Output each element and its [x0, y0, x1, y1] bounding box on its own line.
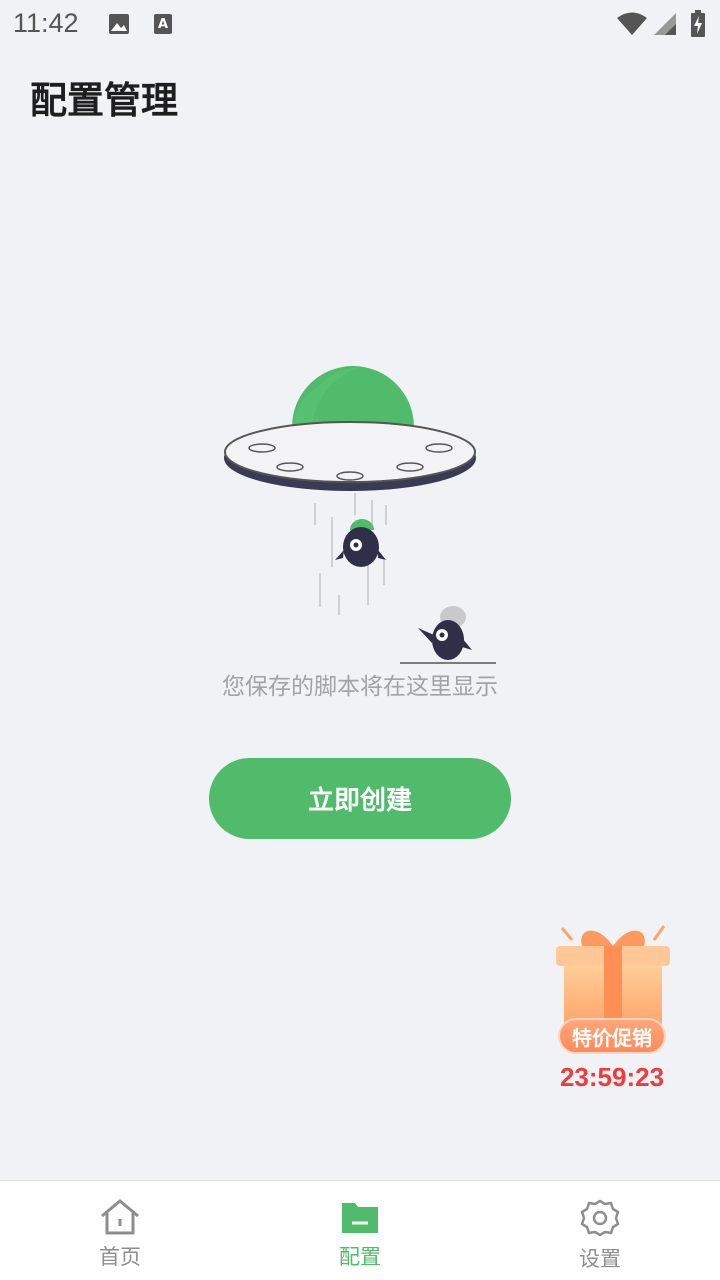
gear-icon — [580, 1199, 620, 1241]
folder-icon — [340, 1199, 380, 1239]
nav-item-home[interactable]: 首页 — [0, 1181, 240, 1280]
create-now-button[interactable]: 立即创建 — [209, 758, 511, 839]
promo-widget[interactable]: 特价促销 23:59:23 — [548, 918, 678, 1098]
page-title: 配置管理 — [30, 79, 178, 122]
battery-charging-icon — [690, 10, 706, 42]
signal-icon — [653, 12, 677, 40]
image-icon — [108, 13, 130, 39]
nav-label-config: 配置 — [339, 1245, 381, 1269]
promo-countdown: 23:59:23 — [559, 1062, 665, 1092]
nav-item-config[interactable]: 配置 — [240, 1181, 480, 1280]
ufo-abduction-illustration — [210, 355, 510, 675]
status-time: 11:42 — [13, 8, 79, 38]
promo-badge: 特价促销 — [558, 1018, 666, 1054]
nav-label-settings: 设置 — [579, 1247, 621, 1271]
svg-text:A: A — [158, 17, 168, 32]
bottom-nav: 首页 配置 设置 — [0, 1180, 720, 1280]
gift-box-icon — [552, 918, 674, 1032]
nav-item-settings[interactable]: 设置 — [480, 1181, 720, 1280]
home-icon — [98, 1199, 142, 1239]
nav-label-home: 首页 — [99, 1245, 141, 1269]
text-a-icon: A — [153, 13, 173, 39]
wifi-icon — [616, 12, 648, 40]
status-bar: 11:42 A — [0, 0, 720, 50]
empty-state-message: 您保存的脚本将在这里显示 — [222, 674, 498, 700]
